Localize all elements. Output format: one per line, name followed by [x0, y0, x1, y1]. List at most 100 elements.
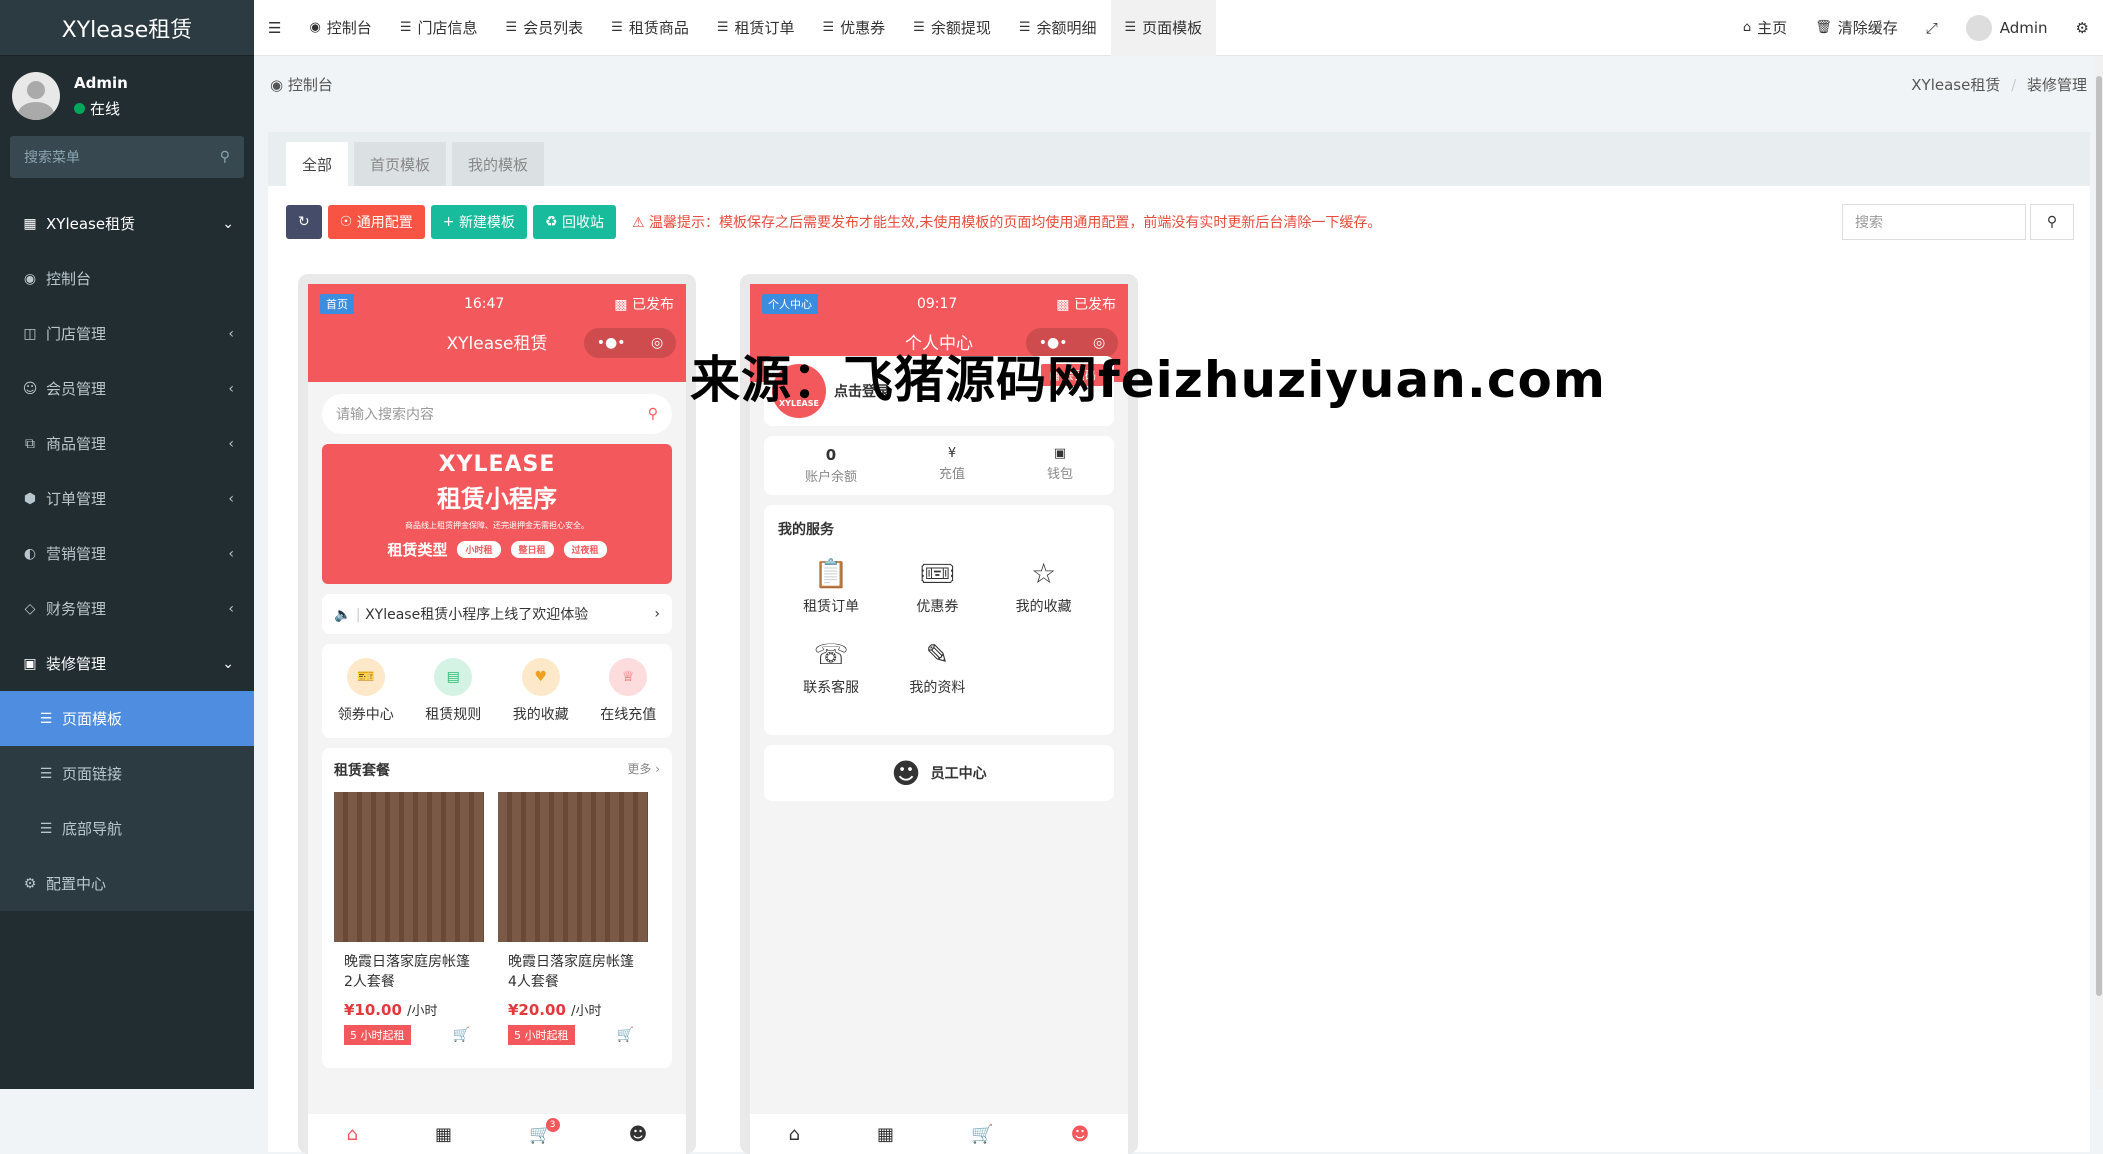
search-button[interactable]: ⚲	[2030, 204, 2074, 240]
cart-icon: 🛒	[971, 1123, 994, 1145]
sidebar-item-goods[interactable]: ⧉ 商品管理 ‹	[0, 416, 254, 471]
status-right: ▩ 已发布	[1056, 294, 1116, 314]
breadcrumb-item[interactable]: XYlease租赁	[1911, 76, 2000, 94]
settings-button[interactable]: ⚙	[2062, 0, 2103, 56]
general-config-button[interactable]: ☉ 通用配置	[327, 205, 425, 239]
sidebar-item-marketing[interactable]: ◐ 营销管理 ‹	[0, 526, 254, 581]
sidebar-item-dashboard[interactable]: ◉ 控制台	[0, 251, 254, 306]
sidebar-item-label: 底部导航	[62, 820, 123, 838]
list-icon: ☰	[716, 20, 729, 35]
template-card-home[interactable]: 首页 16:47 ▩ 已发布 XYlease租赁 •●• ◎ 请输入搜索内容 ⚲ …	[298, 274, 696, 1154]
tab-rental-goods[interactable]: ☰ 租赁商品	[597, 0, 703, 56]
tab-coupons[interactable]: ☰ 优惠券	[809, 0, 900, 56]
tab-label: 控制台	[326, 19, 372, 37]
app-logo[interactable]: XYlease租赁	[0, 0, 254, 56]
grid-icon: ▦	[23, 215, 37, 232]
admin-label: Admin	[1999, 18, 2048, 37]
breadcrumb-left[interactable]: ◉ 控制台	[270, 74, 333, 95]
home-icon: ⌂	[346, 1123, 358, 1145]
icon-nav-coupons: 🎫 领券中心	[338, 658, 394, 724]
sidebar-item-finance[interactable]: ◇ 财务管理 ‹	[0, 581, 254, 636]
wallet-icon: ▣	[1053, 446, 1067, 461]
expand-icon: ⤢	[1925, 18, 1938, 37]
sidebar-item-page-template[interactable]: ☰ 页面模板	[0, 691, 254, 746]
refresh-button[interactable]: ↻	[286, 205, 322, 239]
sidebar-item-config[interactable]: ⚙ 配置中心	[0, 856, 254, 911]
admin-menu[interactable]: Admin	[1952, 0, 2062, 56]
sidebar-item-label: 装修管理	[46, 655, 107, 673]
tab-label: 门店信息	[417, 19, 478, 37]
template-tag: 首页	[320, 294, 354, 314]
chevron-down-icon: ⌄	[222, 215, 234, 232]
banner-brand: XYLEASE	[438, 452, 556, 477]
menu-toggle-button[interactable]: ☰	[254, 0, 295, 56]
phone-icon: ☏	[813, 638, 849, 671]
chevron-left-icon: ‹	[228, 600, 234, 617]
tab-page-template[interactable]: ☰ 页面模板	[1110, 0, 1217, 56]
sidebar-item-label: 商品管理	[46, 435, 107, 453]
cart-icon: 🛒 3	[529, 1117, 560, 1145]
yen-icon: ¥	[947, 446, 957, 461]
new-template-button[interactable]: + 新建模板	[430, 205, 527, 239]
sidebar-item-decoration[interactable]: ▣ 装修管理 ⌄	[0, 636, 254, 691]
search-input[interactable]: 搜索	[1842, 204, 2026, 240]
clear-cache-button[interactable]: 🗑 清除缓存	[1801, 0, 1912, 56]
fullscreen-button[interactable]: ⤢	[1912, 0, 1952, 56]
warning-icon: ⚠	[631, 215, 645, 231]
tab-rental-orders[interactable]: ☰ 租赁订单	[703, 0, 809, 56]
tab-store-info[interactable]: ☰ 门店信息	[386, 0, 492, 56]
product-badge: 5 小时起租	[344, 1025, 411, 1045]
tab-home-template[interactable]: 首页模板	[354, 142, 447, 186]
sidebar-item-member[interactable]: ☺ 会员管理 ‹	[0, 361, 254, 416]
sidebar-item-orders[interactable]: ⬢ 订单管理 ‹	[0, 471, 254, 526]
banner-type-label: 租赁类型	[387, 541, 448, 559]
recharge-label: 充值	[938, 467, 965, 482]
home-link[interactable]: ⌂ 主页	[1729, 0, 1801, 56]
tab-my-template[interactable]: 我的模板	[452, 142, 545, 186]
list-icon: ☰	[822, 20, 835, 35]
dashboard-icon: ◉	[309, 20, 321, 35]
tab-withdraw[interactable]: ☰ 余额提现	[899, 0, 1005, 56]
chevron-left-icon: ‹	[228, 325, 234, 342]
tab-member-list[interactable]: ☰ 会员列表	[491, 0, 597, 56]
tab-all[interactable]: 全部	[286, 142, 349, 186]
icon-nav-favorites: ♥ 我的收藏	[513, 658, 569, 724]
tab-dashboard[interactable]: ◉ 控制台	[295, 0, 385, 56]
phone-screen-home: 首页 16:47 ▩ 已发布 XYlease租赁 •●• ◎ 请输入搜索内容 ⚲ …	[308, 284, 686, 1154]
list-icon: ☰	[39, 765, 53, 782]
tab-balance-detail[interactable]: ☰ 余额明细	[1005, 0, 1111, 56]
sidebar-item-xylease[interactable]: ▦ XYlease租赁 ⌄	[0, 196, 254, 251]
hamburger-icon: ☰	[268, 18, 282, 37]
speaker-icon: 🔈	[334, 607, 352, 623]
person-icon: ☻	[891, 756, 921, 790]
page-scrollbar[interactable]	[2095, 56, 2103, 1089]
icon-nav-rules: ▤ 租赁规则	[425, 658, 481, 724]
sidebar-search-input[interactable]: 搜索菜单 ⚲	[10, 136, 244, 178]
icon-nav-label: 我的收藏	[512, 707, 569, 723]
icon-nav: 🎫 领券中心 ▤ 租赁规则 ♥ 我的收藏 ♕ 在线充值	[322, 644, 672, 738]
services-card: 我的服务 📋 租赁订单 🎟 优惠券 ☆ 我的收藏 ☏ 联系客服 ✎ 我的资料	[764, 505, 1114, 735]
sidebar-item-page-link[interactable]: ☰ 页面链接	[0, 746, 254, 801]
config-icon: ☉	[339, 214, 357, 230]
cart-icon: 🛒	[616, 1027, 634, 1043]
notice-divider: |	[355, 607, 361, 623]
list-icon: ☰	[611, 20, 623, 35]
new-template-label: 新建模板	[458, 215, 515, 231]
tab-label: 租赁商品	[628, 19, 689, 37]
scrollbar-thumb[interactable]	[2096, 76, 2102, 996]
staff-label: 员工中心	[930, 766, 987, 782]
search-icon[interactable]: ⚲	[220, 149, 230, 165]
service-label: 租赁订单	[803, 599, 860, 615]
dashboard-icon: ◉	[270, 75, 284, 94]
sidebar-item-bottom-nav[interactable]: ☰ 底部导航	[0, 801, 254, 856]
sidebar-item-store[interactable]: ◫ 门店管理 ‹	[0, 306, 254, 361]
breadcrumb-item: 装修管理	[2026, 75, 2087, 94]
staff-center: ☻ 员工中心	[764, 745, 1114, 801]
crown-icon: ♕	[609, 658, 648, 696]
banner: XYLEASE 租赁小程序 商品线上租赁押金保障、还完退押金无需担心安全。 租赁…	[322, 444, 672, 584]
chevron-left-icon: ‹	[228, 435, 234, 452]
general-config-label: 通用配置	[356, 215, 413, 231]
refresh-icon: ↻	[298, 214, 310, 230]
recycle-bin-button[interactable]: ♻ 回收站	[532, 205, 616, 239]
online-dot-icon	[74, 102, 85, 114]
